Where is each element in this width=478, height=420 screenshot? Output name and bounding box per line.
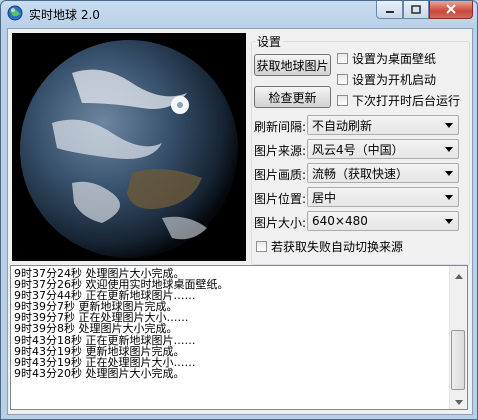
image-source-value: 风云4号（中国） xyxy=(312,142,404,157)
window-title: 实时地球 2.0 xyxy=(29,8,100,22)
scroll-up-button[interactable] xyxy=(450,266,467,283)
maximize-icon xyxy=(411,3,421,17)
image-size-select[interactable]: 640×480 xyxy=(307,211,459,231)
refresh-interval-value: 不自动刷新 xyxy=(312,118,373,133)
earth-image xyxy=(12,33,246,261)
chevron-down-icon xyxy=(445,195,453,200)
auto-switch-source-label: 若获取失败自动切换来源 xyxy=(271,240,404,254)
settings-group-label: 设置 xyxy=(255,33,284,50)
check-update-button[interactable]: 检查更新 xyxy=(254,86,331,108)
refresh-interval-select[interactable]: 不自动刷新 xyxy=(307,115,459,135)
chevron-down-icon xyxy=(454,394,463,408)
minimize-icon xyxy=(385,3,395,17)
minimize-button[interactable] xyxy=(376,1,403,19)
image-source-label: 图片来源: xyxy=(254,144,307,158)
chevron-up-icon xyxy=(454,268,463,282)
wallpaper-checkbox-label: 设置为桌面壁纸 xyxy=(352,52,437,66)
checkbox-box[interactable] xyxy=(337,95,348,106)
image-position-select[interactable]: 居中 xyxy=(307,187,459,207)
startup-checkbox-label: 设置为开机启动 xyxy=(352,73,437,87)
refresh-interval-label: 刷新间隔: xyxy=(254,120,307,134)
chevron-down-icon xyxy=(445,123,453,128)
globe-icon xyxy=(7,5,23,21)
image-quality-select[interactable]: 流畅（获取快速） xyxy=(307,163,459,183)
maximize-button[interactable] xyxy=(403,1,429,19)
image-size-label: 图片大小: xyxy=(254,216,307,230)
image-size-value: 640×480 xyxy=(312,214,368,228)
log-line: 9时43分18秒 正在更新地球图片…… xyxy=(14,333,196,347)
close-icon xyxy=(445,3,457,17)
title-bar[interactable]: 实时地球 2.0 xyxy=(1,1,477,27)
log-lines: 9时37分24秒 处理图片大小完成。 9时37分26秒 欢迎使用实时地球桌面壁纸。… xyxy=(14,268,450,379)
image-quality-label: 图片画质: xyxy=(254,168,307,182)
chevron-down-icon xyxy=(445,219,453,224)
image-position-value: 居中 xyxy=(312,190,337,205)
chevron-down-icon xyxy=(445,171,453,176)
client-area: 设置 获取地球图片 检查更新 设置为桌面壁纸 设置为开机启动 下次打开时后台运行… xyxy=(7,28,473,415)
chevron-down-icon xyxy=(445,147,453,152)
fetch-earth-image-button[interactable]: 获取地球图片 xyxy=(254,54,331,76)
auto-switch-source-checkbox[interactable]: 若获取失败自动切换来源 xyxy=(256,238,403,255)
log-line: 9时39分8秒 处理图片大小完成。 xyxy=(14,322,178,336)
close-button[interactable] xyxy=(429,1,473,19)
checkbox-box[interactable] xyxy=(337,53,348,64)
scroll-thumb[interactable] xyxy=(451,330,465,390)
log-scrollbar[interactable] xyxy=(449,266,467,409)
background-run-checkbox[interactable]: 下次打开时后台运行 xyxy=(337,92,460,109)
startup-checkbox[interactable]: 设置为开机启动 xyxy=(337,71,436,88)
image-position-label: 图片位置: xyxy=(254,192,307,206)
log-textarea[interactable]: 9时37分24秒 处理图片大小完成。 9时37分26秒 欢迎使用实时地球桌面壁纸。… xyxy=(10,265,468,410)
image-quality-value: 流畅（获取快速） xyxy=(312,166,409,181)
log-line: 9时43分20秒 处理图片大小完成。 xyxy=(14,366,185,380)
app-window: 实时地球 2.0 设置 获取地球图片 检查更新 设置为桌面壁纸 设置为开机启动 … xyxy=(0,0,478,420)
wallpaper-checkbox[interactable]: 设置为桌面壁纸 xyxy=(337,50,436,67)
image-source-select[interactable]: 风云4号（中国） xyxy=(307,139,459,159)
scroll-down-button[interactable] xyxy=(450,392,467,409)
background-run-checkbox-label: 下次打开时后台运行 xyxy=(352,94,461,108)
checkbox-box[interactable] xyxy=(337,74,348,85)
checkbox-box[interactable] xyxy=(256,241,267,252)
